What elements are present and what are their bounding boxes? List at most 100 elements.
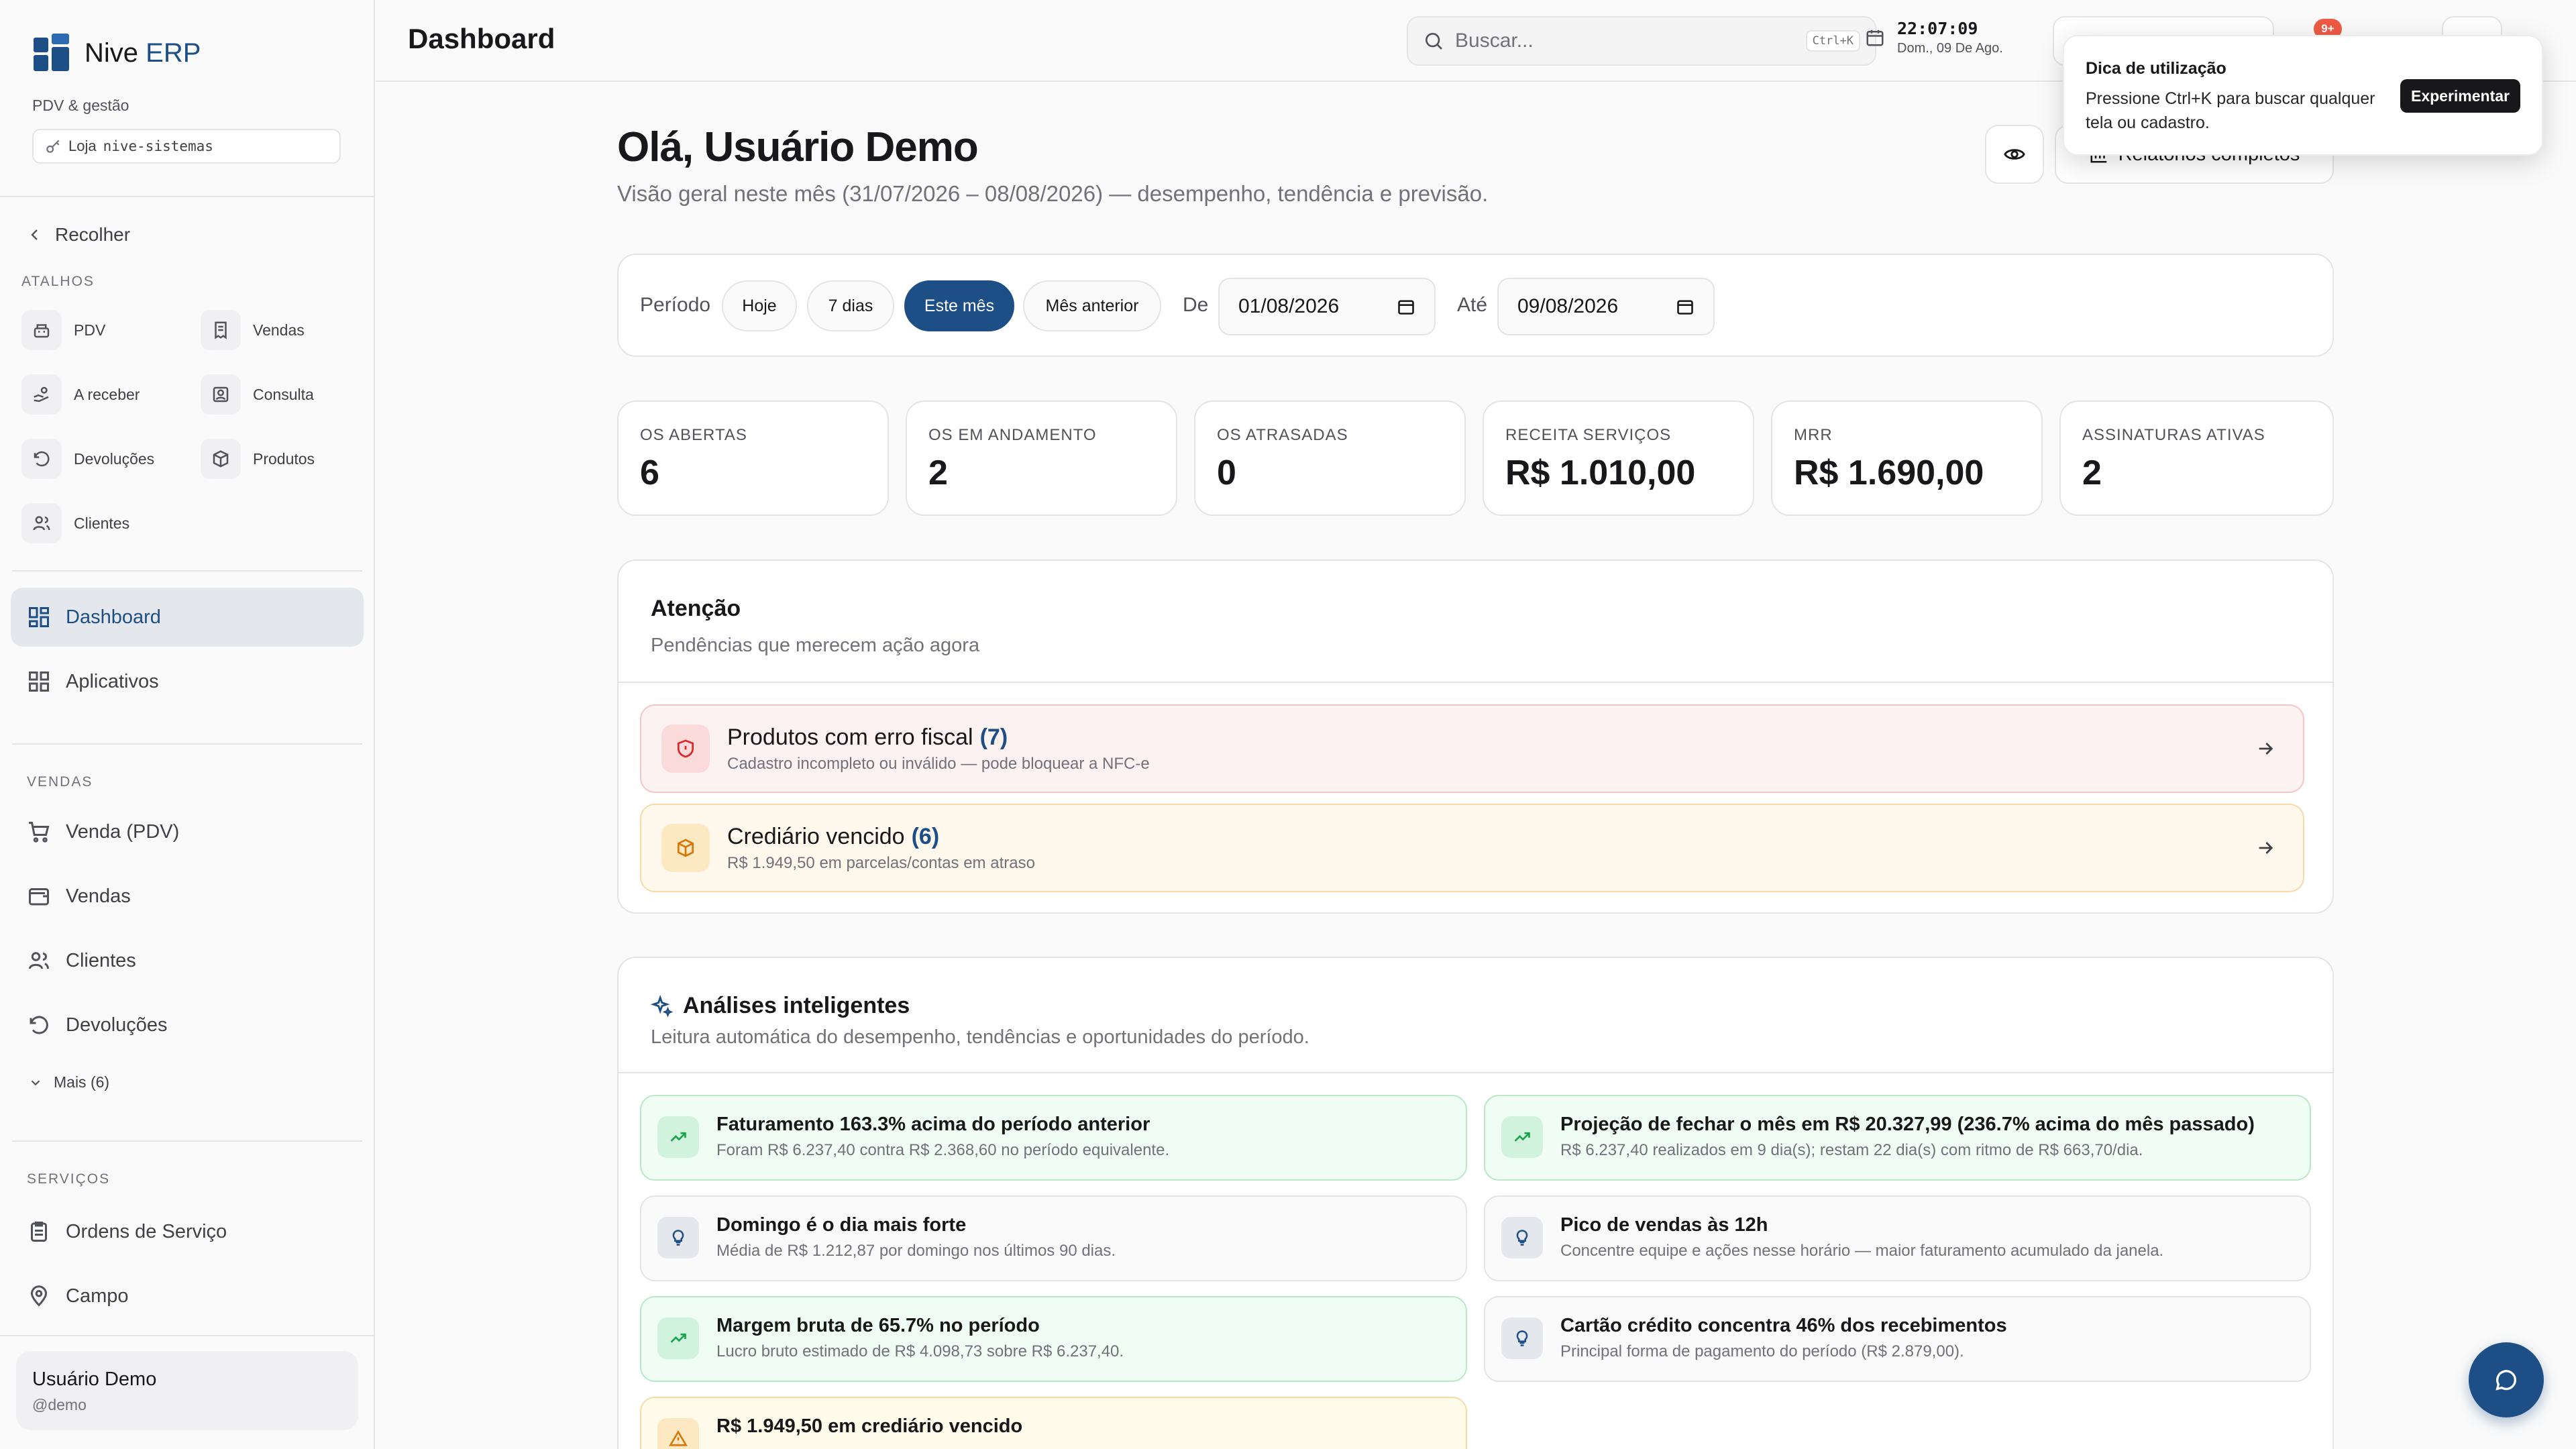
insight-card[interactable]: Margem bruta de 65.7% no período Lucro br… — [640, 1296, 1467, 1382]
user-card[interactable]: Usuário Demo @demo — [16, 1351, 358, 1430]
chip-mes-anterior[interactable]: Mês anterior — [1023, 280, 1161, 331]
kpi-label: ASSINATURAS ATIVAS — [2082, 426, 2265, 444]
nav-ordens-servico[interactable]: Ordens de Serviço — [11, 1202, 364, 1261]
greeting: Olá, Usuário Demo — [617, 124, 979, 170]
kpi-value: 2 — [2082, 453, 2102, 492]
shortcut-vendas[interactable]: Vendas — [201, 310, 305, 350]
nav-vendas[interactable]: Vendas — [11, 867, 364, 926]
shortcut-label: A receber — [74, 385, 140, 403]
kpi-label: OS ABERTAS — [640, 426, 747, 444]
insight-card[interactable]: Faturamento 163.3% acima do período ante… — [640, 1095, 1467, 1181]
cash-register-icon — [34, 324, 50, 338]
from-date-input[interactable]: 01/08/2026 — [1218, 278, 1436, 335]
arrow-right-icon — [2259, 842, 2273, 854]
divider — [0, 196, 375, 197]
attention-title: Atenção — [651, 596, 741, 621]
shortcut-a-receber[interactable]: A receber — [21, 374, 140, 415]
insight-card[interactable]: R$ 1.949,50 em crediário vencido — [640, 1397, 1467, 1449]
insights-panel: Análises inteligentes Leitura automática… — [617, 957, 2334, 1449]
kpi-card: RECEITA SERVIÇOS R$ 1.010,00 — [1483, 400, 1754, 516]
search-input[interactable]: Buscar... Ctrl+K — [1407, 16, 1876, 66]
shortcut-pdv[interactable]: PDV — [21, 310, 105, 350]
chevron-down-icon — [31, 1079, 40, 1085]
toggle-visibility-button[interactable] — [1985, 125, 2044, 184]
divider — [12, 570, 362, 572]
apps-icon — [29, 672, 49, 692]
insight-title: Projeção de fechar o mês em R$ 20.327,99… — [1560, 1114, 2255, 1135]
shortcut-devolucoes[interactable]: Devoluções — [21, 439, 154, 479]
insight-title: Pico de vendas às 12h — [1560, 1214, 1768, 1236]
kpi-label: RECEITA SERVIÇOS — [1505, 426, 1672, 444]
shortcut-clientes[interactable]: Clientes — [21, 503, 129, 543]
nav-venda-pdv[interactable]: Venda (PDV) — [11, 802, 364, 861]
servicos-section-label: SERVIÇOS — [27, 1171, 111, 1187]
kpi-value: R$ 1.010,00 — [1505, 453, 1696, 492]
from-date-value: 01/08/2026 — [1238, 295, 1340, 317]
brand-name: Nive ERP — [85, 38, 201, 68]
map-pin-icon — [30, 1285, 48, 1307]
from-label: De — [1183, 294, 1209, 316]
scan-icon — [213, 386, 229, 402]
more-toggle[interactable]: Mais (6) — [28, 1073, 109, 1091]
insight-desc: Média de R$ 1.212,87 por domingo nos últ… — [716, 1242, 1116, 1260]
to-date-value: 09/08/2026 — [1517, 295, 1619, 317]
insights-subtitle: Leitura automática do desempenho, tendên… — [651, 1026, 1309, 1048]
clipboard-icon — [31, 1222, 47, 1242]
cart-icon — [29, 822, 50, 843]
shortcut-consulta[interactable]: Consulta — [201, 374, 314, 415]
nav-label: Devoluções — [66, 1014, 168, 1036]
insight-card[interactable]: Domingo é o dia mais forte Média de R$ 1.… — [640, 1195, 1467, 1281]
user-name: Usuário Demo — [32, 1368, 157, 1390]
alert-desc: Cadastro incompleto ou inválido — pode b… — [727, 754, 1150, 773]
insight-card[interactable]: Projeção de fechar o mês em R$ 20.327,99… — [1484, 1095, 2311, 1181]
nav-label: Campo — [66, 1285, 129, 1307]
alert-overdue-credit[interactable]: Crediário vencido (6) R$ 1.949,50 em parc… — [640, 804, 2304, 892]
shortcut-produtos[interactable]: Produtos — [201, 439, 315, 479]
divider — [12, 1140, 362, 1142]
alert-title: Produtos com erro fiscal (7) — [727, 724, 1008, 750]
shortcut-label: Produtos — [253, 449, 315, 468]
nav-dashboard[interactable]: Dashboard — [11, 588, 364, 647]
nav-clientes[interactable]: Clientes — [11, 931, 364, 990]
divider — [12, 743, 362, 745]
search-icon — [1426, 33, 1442, 50]
trending-up-icon — [670, 1132, 686, 1142]
shortcut-label: PDV — [74, 321, 106, 339]
insight-desc: R$ 6.237,40 realizados em 9 dia(s); rest… — [1560, 1141, 2143, 1159]
chat-button[interactable] — [2469, 1342, 2544, 1417]
collapse-button[interactable]: Recolher — [27, 224, 130, 246]
nav-aplicativos[interactable]: Aplicativos — [11, 652, 364, 711]
nav-campo[interactable]: Campo — [11, 1267, 364, 1326]
kpi-label: MRR — [1794, 426, 1833, 444]
alert-fiscal-errors[interactable]: Produtos com erro fiscal (7) Cadastro inc… — [640, 704, 2304, 793]
chip-hoje[interactable]: Hoje — [722, 280, 797, 331]
kpi-value: 0 — [1217, 453, 1236, 492]
eye-icon — [2004, 149, 2025, 160]
hand-coins-icon — [34, 386, 49, 402]
to-date-input[interactable]: 09/08/2026 — [1497, 278, 1715, 335]
period-label: Período — [640, 294, 711, 316]
kpi-value: 6 — [640, 453, 659, 492]
insights-header: Análises inteligentes — [651, 993, 910, 1019]
grid-icon — [29, 607, 49, 627]
shortcuts-label: ATALHOS — [21, 274, 95, 289]
insight-card[interactable]: Pico de vendas às 12h Concentre equipe e … — [1484, 1195, 2311, 1281]
chip-7-dias[interactable]: 7 dias — [807, 280, 894, 331]
more-label: Mais (6) — [54, 1073, 110, 1091]
search-shortcut: Ctrl+K — [1805, 30, 1860, 52]
to-label: Até — [1457, 294, 1488, 316]
shield-icon — [678, 739, 694, 758]
kpi-label: OS ATRASADAS — [1217, 426, 1348, 444]
sparkles-icon — [651, 994, 674, 1017]
chip-este-mes[interactable]: Este mês — [904, 280, 1014, 331]
nav-label: Clientes — [66, 949, 136, 971]
insight-card[interactable]: Cartão crédito concentra 46% dos recebim… — [1484, 1296, 2311, 1382]
shortcut-label: Consulta — [253, 385, 314, 403]
nav-devolucoes[interactable]: Devoluções — [11, 996, 364, 1055]
store-selector[interactable]: Loja nive-sistemas — [32, 129, 341, 164]
chevron-left-icon — [31, 229, 38, 240]
tip-try-button[interactable]: Experimentar — [2400, 79, 2520, 113]
divider — [0, 1335, 375, 1336]
brand[interactable]: Nive ERP — [34, 34, 201, 72]
period-filter: Período Hoje 7 dias Este mês Mês anterio… — [617, 254, 2334, 357]
